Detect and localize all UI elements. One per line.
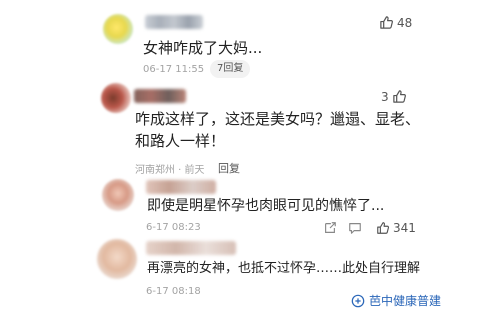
like-button[interactable]: 48: [379, 15, 412, 30]
watermark-text: 芭中健康普建: [368, 294, 441, 308]
username-blurred: [145, 15, 203, 29]
username-blurred: [134, 89, 186, 103]
comment-text: 再漂亮的女神，也抵不过怀孕……此处自行理解: [147, 261, 421, 276]
avatar[interactable]: [97, 239, 137, 279]
avatar[interactable]: [102, 179, 134, 211]
avatar[interactable]: [103, 14, 133, 44]
thumbs-up-icon: [376, 221, 390, 235]
like-count: 48: [397, 15, 413, 30]
like-button[interactable]: 341: [376, 221, 416, 235]
username-blurred: [146, 180, 216, 194]
thumbs-up-icon: [379, 15, 394, 30]
thumbs-up-icon: [392, 89, 407, 104]
like-count: 341: [393, 221, 416, 235]
comment-text: 咋成这样了，这还是美女吗？邋遢、显老、 和路人一样！: [135, 108, 425, 152]
comment-date: 6-17 08:23: [146, 222, 201, 233]
reply-button[interactable]: 7回复: [210, 60, 251, 78]
share-icon[interactable]: [323, 221, 337, 235]
comment-date: 06-17 11:55: [143, 64, 205, 75]
comment-line: 和路人一样！: [135, 132, 226, 150]
username-blurred: [146, 241, 236, 255]
comment-line: 咋成这样了，这还是美女吗？邋遢、显老、: [135, 110, 421, 128]
watermark-logo-icon: [351, 294, 365, 308]
watermark: 芭中健康普建: [351, 292, 441, 309]
comment-text: 女神咋成了大妈...: [143, 39, 263, 57]
like-button[interactable]: 3: [381, 89, 407, 104]
comment-date: 6-17 08:18: [146, 286, 201, 297]
like-count: 3: [381, 89, 389, 104]
comment-location: 河南郑州 · 前天: [135, 165, 205, 176]
reply-button[interactable]: 回复: [218, 160, 240, 176]
comment-text: 即使是明星怀孕也肉眼可见的憔悴了...: [147, 198, 385, 214]
avatar[interactable]: [101, 83, 131, 113]
comment-icon[interactable]: [348, 221, 362, 235]
